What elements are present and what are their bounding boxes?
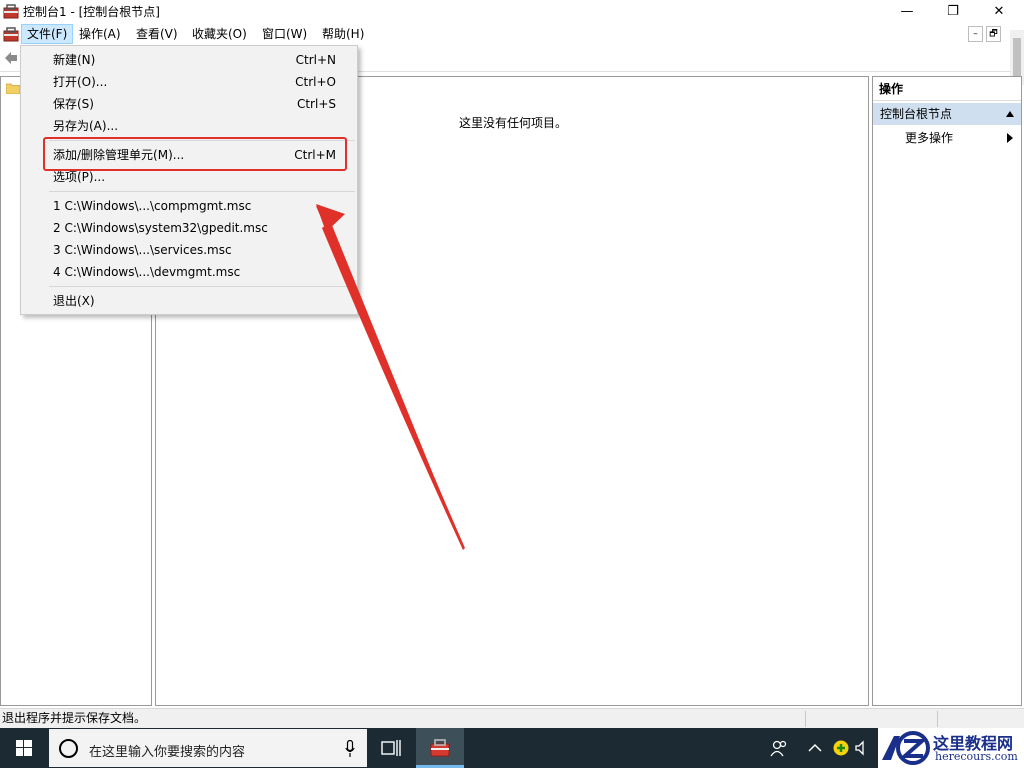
status-divider [937, 711, 938, 727]
menu-item-recent-3[interactable]: 3 C:\Windows\...\services.msc [21, 239, 357, 261]
menu-item-label: 打开(O)... [53, 75, 108, 89]
windows-start-icon[interactable] [0, 728, 48, 768]
taskbar-mmc-app[interactable] [416, 728, 464, 768]
actions-header: 操作 [873, 77, 1021, 101]
actions-pane: 操作 控制台根节点 更多操作 [872, 76, 1022, 706]
window-title: 控制台1 - [控制台根节点] [23, 4, 160, 19]
speaker-icon[interactable] [854, 739, 872, 757]
menu-action[interactable]: 操作(A) [74, 24, 126, 44]
menu-item-save-as[interactable]: 另存为(A)... [21, 115, 357, 137]
menu-favorites[interactable]: 收藏夹(O) [187, 24, 252, 44]
people-icon[interactable] [770, 739, 788, 757]
cortana-circle-icon[interactable] [59, 739, 78, 758]
title-bar: 控制台1 - [控制台根节点] [0, 0, 1024, 22]
search-placeholder: 在这里输入你要搜索的内容 [89, 745, 246, 760]
restore-button[interactable]: ❐ [930, 0, 976, 22]
menu-item-label: 保存(S) [53, 97, 94, 111]
back-arrow-icon[interactable] [4, 51, 18, 65]
close-button[interactable]: ✕ [976, 0, 1022, 22]
menu-file[interactable]: 文件(F) [21, 24, 74, 44]
submenu-arrow-icon [1007, 133, 1013, 143]
empty-message: 这里没有任何项目。 [459, 116, 568, 130]
site-watermark: 这里教程网 herecours.com [878, 728, 1024, 768]
menu-item-shortcut: Ctrl+N [295, 53, 336, 67]
minimize-icon: — [900, 3, 914, 19]
menu-item-label: 另存为(A)... [53, 119, 119, 133]
menu-item-exit[interactable]: 退出(X) [21, 290, 357, 312]
folder-icon[interactable] [6, 83, 20, 94]
restore-icon: ❐ [947, 3, 959, 19]
menu-bar: 文件(F) 操作(A) 查看(V) 收藏夹(O) 窗口(W) 帮助(H) – 🗗 [0, 23, 1024, 45]
watermark-logo-icon [882, 731, 930, 765]
menu-item-shortcut: Ctrl+S [296, 97, 336, 111]
taskbar-search-box[interactable]: 在这里输入你要搜索的内容 [48, 728, 368, 768]
task-view-icon[interactable] [380, 738, 402, 758]
minimize-button[interactable]: — [884, 0, 930, 22]
menu-item-label: 1 C:\Windows\...\compmgmt.msc [53, 199, 252, 213]
menu-item-save[interactable]: 保存(S) Ctrl+S [21, 93, 357, 115]
mdi-minimize-button[interactable]: – [968, 26, 983, 42]
shield-update-icon[interactable] [832, 739, 850, 757]
mmc-app-icon [430, 739, 450, 757]
menu-window[interactable]: 窗口(W) [257, 24, 312, 44]
menu-item-recent-1[interactable]: 1 C:\Windows\...\compmgmt.msc [21, 195, 357, 217]
menu-item-new[interactable]: 新建(N) Ctrl+N [21, 49, 357, 71]
status-bar: 退出程序并提示保存文档。 [0, 708, 1024, 728]
menu-item-recent-4[interactable]: 4 C:\Windows\...\devmgmt.msc [21, 261, 357, 283]
red-highlight-box [43, 137, 347, 171]
menu-item-open[interactable]: 打开(O)... Ctrl+O [21, 71, 357, 93]
more-actions-item[interactable]: 更多操作 [873, 127, 1021, 149]
chevron-up-icon[interactable] [806, 739, 824, 757]
console-doc-icon[interactable] [3, 26, 19, 42]
menu-item-recent-2[interactable]: 2 C:\Windows\system32\gpedit.msc [21, 217, 357, 239]
menu-item-label: 4 C:\Windows\...\devmgmt.msc [53, 265, 241, 279]
close-icon: ✕ [993, 3, 1005, 19]
menu-item-label: 3 C:\Windows\...\services.msc [53, 243, 232, 257]
menu-view[interactable]: 查看(V) [131, 24, 183, 44]
menu-separator [49, 286, 355, 287]
actions-node-label: 控制台根节点 [880, 107, 953, 121]
mmc-toolbox-icon [3, 4, 19, 19]
status-text: 退出程序并提示保存文档。 [2, 711, 147, 725]
menu-separator [49, 191, 355, 192]
file-menu-dropdown: 新建(N) Ctrl+N 打开(O)... Ctrl+O 保存(S) Ctrl+… [20, 45, 358, 315]
more-actions-label: 更多操作 [905, 131, 954, 145]
menu-help[interactable]: 帮助(H) [317, 24, 369, 44]
mdi-restore-button[interactable]: 🗗 [986, 26, 1001, 42]
watermark-url: herecours.com [935, 750, 1018, 763]
actions-node-root[interactable]: 控制台根节点 [873, 103, 1021, 125]
menu-item-label: 新建(N) [53, 53, 96, 67]
microphone-icon[interactable] [345, 740, 355, 758]
menu-item-label: 2 C:\Windows\system32\gpedit.msc [53, 221, 268, 235]
taskbar: 在这里输入你要搜索的内容 [0, 728, 1024, 768]
collapse-up-icon[interactable] [1006, 111, 1014, 117]
menu-item-label: 退出(X) [53, 294, 95, 308]
menu-item-shortcut: Ctrl+O [295, 75, 336, 89]
status-divider [805, 711, 806, 727]
